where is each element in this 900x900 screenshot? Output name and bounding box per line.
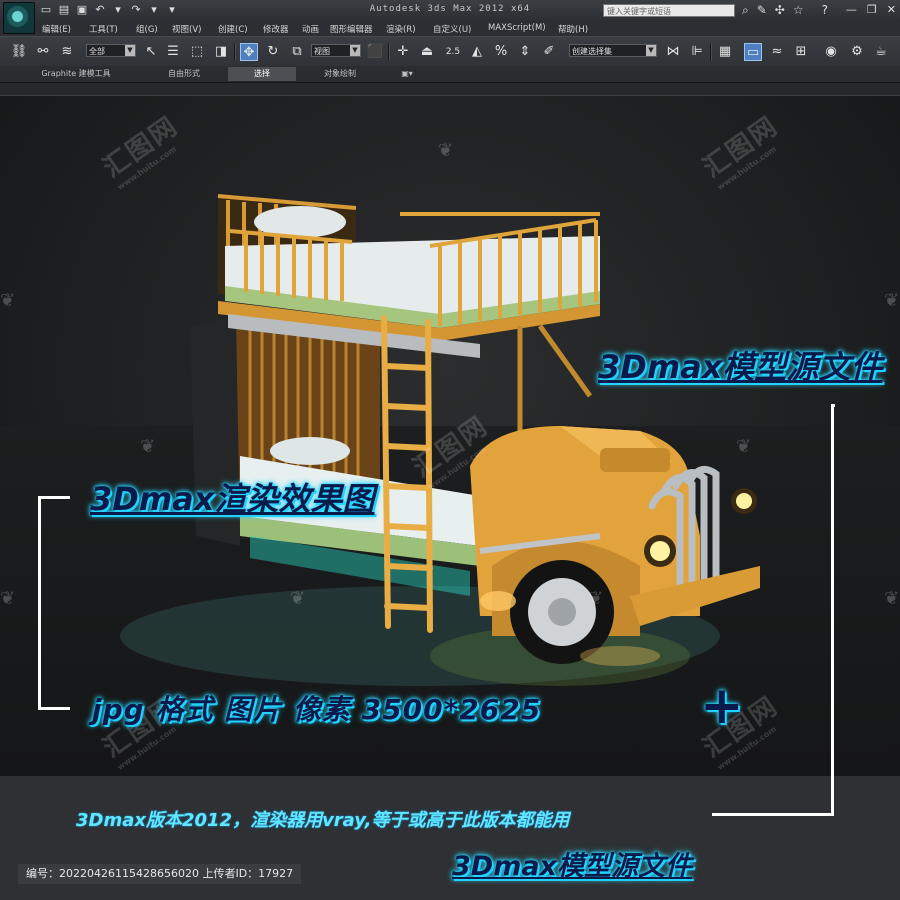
menu-help[interactable]: 帮助(H) — [558, 23, 588, 35]
select-and-link-icon[interactable]: ⛓ — [10, 43, 28, 61]
minimize-icon[interactable]: — — [846, 3, 857, 16]
watermark-leaf-icon: ❦ — [0, 588, 16, 609]
right-bracket-cap — [832, 404, 835, 407]
select-by-name-icon[interactable]: ☰ — [164, 43, 182, 61]
menu-modifiers[interactable]: 修改器 — [263, 23, 289, 35]
snaps-toggle[interactable]: 2.5 — [444, 43, 462, 61]
graphite-ribbon-toggle-icon[interactable]: ▭ — [744, 43, 762, 61]
ribbon-options-icon[interactable]: ▣▾ — [394, 67, 420, 81]
chevron-down-icon: ▼ — [350, 45, 360, 56]
named-selection-value: 创建选择集 — [572, 47, 612, 56]
tab-graphite-modeling[interactable]: Graphite 建模工具 — [22, 67, 130, 81]
menu-animation[interactable]: 动画 — [302, 23, 319, 35]
tab-selection[interactable]: 选择 — [228, 67, 296, 81]
search-icon[interactable]: ⌕ — [742, 3, 749, 18]
menu-maxscript[interactable]: MAXScript(M) — [488, 23, 546, 33]
spinner-snap-icon[interactable]: ⇕ — [516, 43, 534, 61]
application-button[interactable] — [3, 2, 35, 34]
percent-snap-icon[interactable]: % — [492, 43, 510, 61]
select-and-rotate-icon[interactable]: ↻ — [264, 43, 282, 61]
watermark-leaf-icon: ❦ — [884, 290, 900, 311]
selection-filter-value: 全部 — [89, 47, 105, 56]
menu-customize[interactable]: 自定义(U) — [433, 23, 471, 35]
communication-center-icon[interactable]: ✣ — [775, 3, 785, 18]
watermark-leaf-icon: ❦ — [0, 290, 16, 311]
toolbar-separator — [234, 43, 236, 61]
mirror-icon[interactable]: ⋈ — [664, 43, 682, 61]
pivot-center-icon[interactable]: ⬛ — [366, 43, 384, 61]
bind-space-warp-icon[interactable]: ≋ — [58, 43, 76, 61]
render-setup-icon[interactable]: ⚙ — [848, 43, 866, 61]
named-selection-dropdown[interactable]: 创建选择集 ▼ — [569, 44, 657, 57]
menu-rendering[interactable]: 渲染(R) — [386, 23, 416, 35]
selection-filter-dropdown[interactable]: 全部 ▼ — [86, 44, 136, 57]
chevron-down-icon: ▼ — [125, 45, 135, 56]
watermark-leaf-icon: ❦ — [588, 588, 604, 609]
align-icon[interactable]: ⊫ — [688, 43, 706, 61]
format-info-caption: jpg 格式 图片 像素 3500*2625 — [92, 693, 542, 726]
menu-graph-editors[interactable]: 图形编辑器 — [330, 23, 373, 35]
layer-manager-icon[interactable]: ▦ — [716, 43, 734, 61]
tab-freeform[interactable]: 自由形式 — [146, 67, 222, 81]
reference-coordinate-dropdown[interactable]: 视图 ▼ — [311, 44, 361, 57]
window-crossing-icon[interactable]: ◨ — [212, 43, 230, 61]
watermark-leaf-icon: ❦ — [290, 588, 306, 609]
render-result-caption: 3Dmax渲染效果图 — [90, 480, 375, 518]
infocenter-toolbar: ⌕ ✎ ✣ ☆ ? — [742, 3, 828, 18]
help-icon[interactable]: ? — [822, 3, 828, 18]
restore-icon[interactable]: ❐ — [867, 3, 877, 16]
id-info-bar: 编号：20220426115428656020 上传者ID：17927 — [18, 864, 302, 884]
select-and-move-icon[interactable]: ✥ — [240, 43, 258, 61]
favorites-icon[interactable]: ☆ — [793, 3, 804, 18]
menu-group[interactable]: 组(G) — [136, 23, 158, 35]
select-object-icon[interactable]: ↖ — [142, 43, 160, 61]
reference-coordinate-value: 视图 — [314, 47, 330, 56]
select-and-manipulate-icon[interactable]: ✛ — [394, 43, 412, 61]
edit-named-selection-icon[interactable]: ✐ — [540, 43, 558, 61]
menu-create[interactable]: 创建(C) — [218, 23, 248, 35]
watermark-leaf-icon: ❦ — [140, 436, 156, 457]
main-toolbar: ⛓ ⚯ ≋ 全部 ▼ ↖ ☰ ⬚ ◨ ✥ ↻ ⧉ 视图 ▼ ⬛ ✛ ⏏ 2.5 … — [0, 36, 900, 68]
toolbar-separator — [388, 43, 390, 61]
graphite-ribbon: Graphite 建模工具 自由形式 选择 对象绘制 ▣▾ — [0, 66, 900, 83]
menu-tools[interactable]: 工具(T) — [89, 23, 118, 35]
title-bar: ▭ ▤ ▣ ↶ ▾ ↷ ▾ ▾ Autodesk 3ds Max 2012 x6… — [0, 0, 900, 23]
curve-editor-icon[interactable]: ≈ — [768, 43, 786, 61]
model-source-caption: 3Dmax模型源文件 — [598, 348, 883, 386]
menu-bar: 编辑(E) 工具(T) 组(G) 视图(V) 创建(C) 修改器 动画 图形编辑… — [0, 22, 900, 36]
unlink-icon[interactable]: ⚯ — [34, 43, 52, 61]
model-source-caption-bottom: 3Dmax模型源文件 — [452, 851, 692, 882]
version-note: 3Dmax版本2012，渲染器用vray,等于或高于此版本都能用 — [76, 810, 570, 831]
watermark-leaf-icon: ❦ — [884, 588, 900, 609]
render-production-icon[interactable]: ☕ — [872, 43, 890, 61]
left-bracket — [38, 496, 70, 710]
right-bracket — [712, 404, 834, 816]
tab-object-paint[interactable]: 对象绘制 — [302, 67, 378, 81]
watermark-leaf-icon: ❦ — [438, 140, 454, 161]
menu-views[interactable]: 视图(V) — [172, 23, 201, 35]
select-and-scale-icon[interactable]: ⧉ — [288, 43, 306, 61]
close-icon[interactable]: ✕ — [887, 3, 896, 16]
subscription-icon[interactable]: ✎ — [757, 3, 767, 18]
menu-edit[interactable]: 编辑(E) — [42, 23, 71, 35]
rectangular-selection-icon[interactable]: ⬚ — [188, 43, 206, 61]
search-input[interactable]: 键入关键字或短语 — [603, 4, 735, 17]
ribbon-panel-strip — [0, 83, 900, 96]
keyboard-shortcut-override-icon[interactable]: ⏏ — [418, 43, 436, 61]
material-editor-icon[interactable]: ◉ — [822, 43, 840, 61]
angle-snap-icon[interactable]: ◭ — [468, 43, 486, 61]
window-controls: — ❐ ✕ — [846, 3, 896, 16]
chevron-down-icon: ▼ — [646, 45, 656, 56]
schematic-view-icon[interactable]: ⊞ — [792, 43, 810, 61]
toolbar-separator — [710, 43, 712, 61]
